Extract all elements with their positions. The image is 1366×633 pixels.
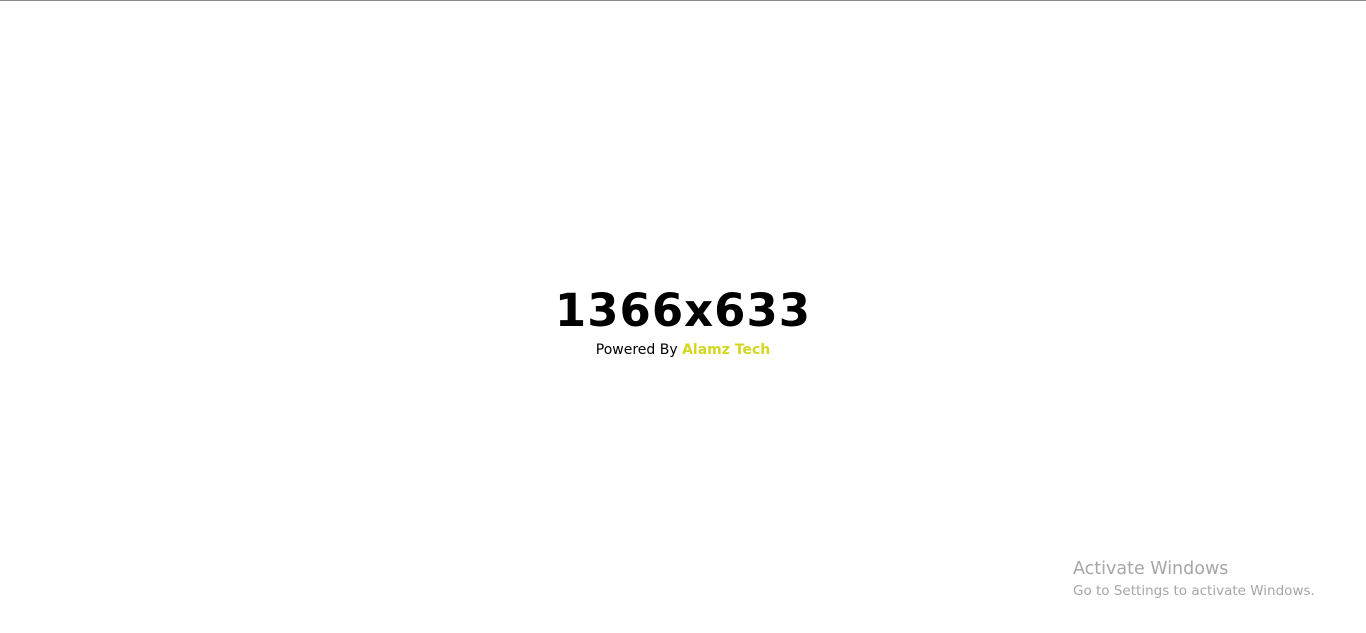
- activate-windows-watermark: Activate Windows Go to Settings to activ…: [1073, 557, 1315, 601]
- watermark-title: Activate Windows: [1073, 559, 1229, 579]
- screen-resolution-text: 1366x633: [554, 284, 812, 337]
- watermark-subtitle: Go to Settings to activate Windows.: [1073, 583, 1315, 599]
- main-content: 1366x633 Powered By Alamz Tech: [0, 285, 1366, 359]
- powered-by-line: Powered By Alamz Tech: [0, 341, 1366, 359]
- brand-link[interactable]: Alamz Tech: [682, 342, 770, 358]
- powered-by-label: Powered By: [595, 342, 678, 358]
